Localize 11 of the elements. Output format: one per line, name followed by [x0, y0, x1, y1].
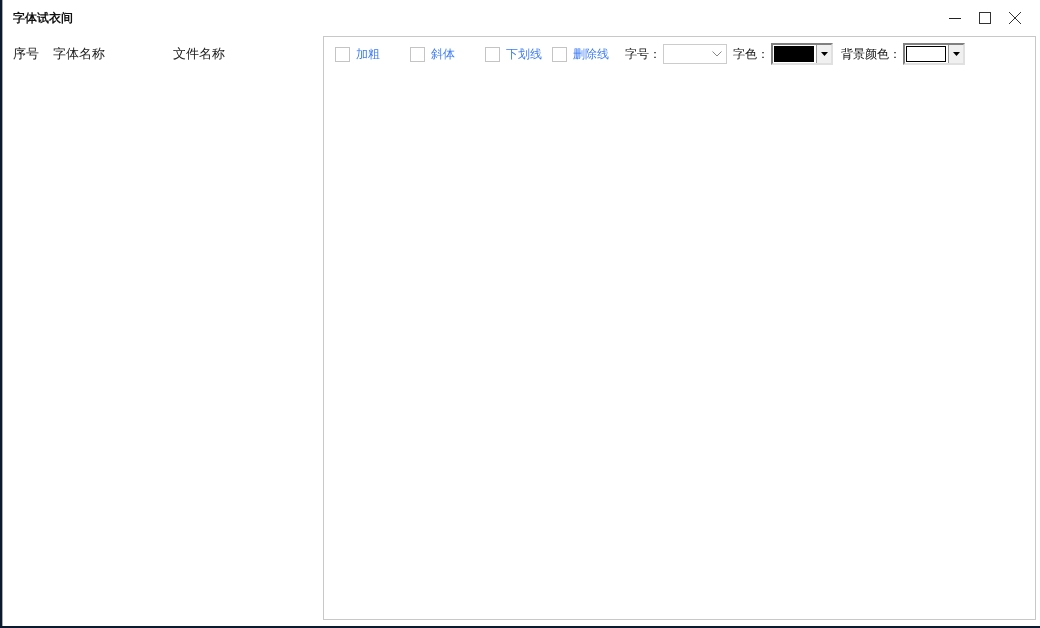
- checkbox-label: 删除线: [573, 46, 610, 63]
- window-title: 字体试衣间: [13, 10, 74, 27]
- column-header: 序号: [13, 45, 40, 63]
- checkbox-label: 下划线: [506, 46, 543, 63]
- color-label: 背景颜色：: [841, 46, 901, 63]
- column-header: 文件名称: [173, 45, 226, 63]
- checkbox-label: 加粗: [356, 46, 381, 63]
- size-label: 字号：: [625, 46, 661, 63]
- checkbox-label: 斜体: [431, 46, 456, 63]
- color-label: 字色：: [733, 46, 769, 63]
- column-header: 字体名称: [53, 45, 106, 63]
